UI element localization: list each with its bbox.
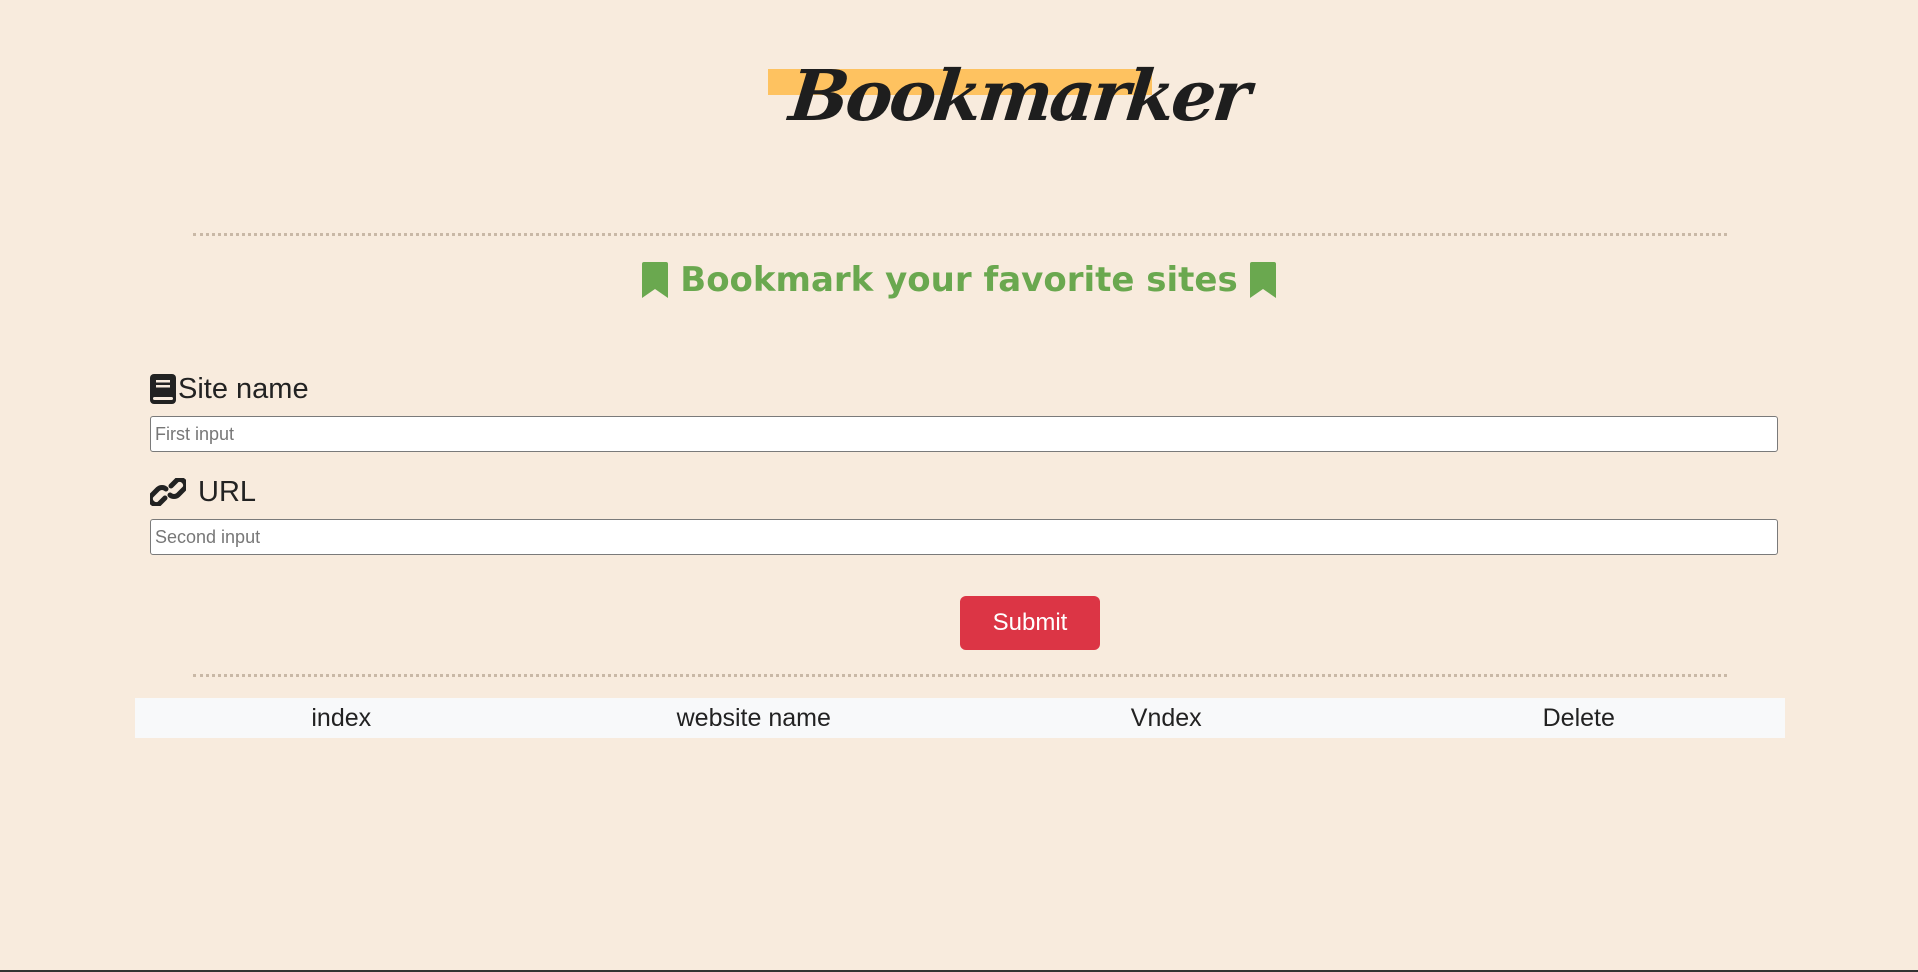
tagline-text: Bookmark your favorite sites [680, 260, 1238, 300]
top-divider [193, 233, 1727, 236]
bookmark-icon [642, 262, 669, 298]
bookmark-icon [1249, 262, 1276, 298]
book-icon [150, 374, 176, 404]
site-name-label: Site name [150, 369, 309, 409]
link-icon [150, 478, 186, 506]
page: Bookmarker Bookmark your favorite sites … [0, 0, 1918, 970]
submit-button[interactable]: Submit [960, 596, 1100, 650]
brand-logo: Bookmarker [768, 54, 1252, 137]
column-header-delete: Delete [1542, 703, 1615, 732]
site-name-label-text: Site name [178, 372, 309, 405]
column-header-index: index [311, 703, 372, 732]
url-input[interactable] [150, 519, 1778, 555]
column-header-website-name: website name [676, 703, 831, 732]
tagline: Bookmark your favorite sites [0, 255, 1918, 305]
url-label-text: URL [198, 475, 257, 508]
brand-title: Bookmarker [785, 54, 1252, 137]
bookmarks-table-header: index website name Vndex Delete [135, 698, 1785, 738]
bottom-divider [193, 674, 1727, 677]
column-header-visit: Vndex [1130, 703, 1202, 732]
url-label: URL [150, 472, 256, 512]
site-name-input[interactable] [150, 416, 1778, 452]
